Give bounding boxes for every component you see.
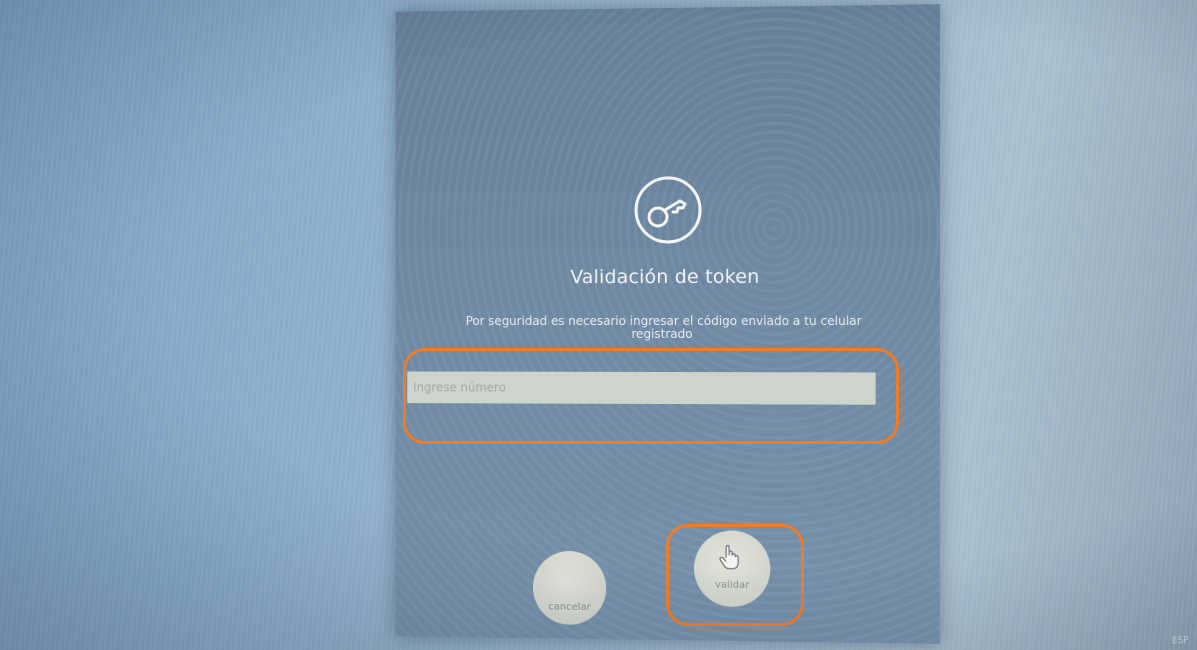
taskbar-language-indicator: ESP — [1171, 635, 1190, 647]
token-validation-dialog: Validación de token Por seguridad es nec… — [395, 4, 940, 644]
cancel-button-label: cancelar — [548, 601, 591, 614]
token-number-input[interactable] — [407, 371, 876, 405]
cancel-button[interactable]: cancelar — [532, 550, 607, 626]
hand-pointer-icon — [718, 545, 740, 571]
validate-button-label: validar — [714, 579, 750, 591]
key-icon — [628, 170, 708, 250]
screen: Validación de token Por seguridad es nec… — [0, 0, 1197, 650]
dialog-description: Por seguridad es necesario ingresar el c… — [465, 313, 862, 342]
dialog-title: Validación de token — [570, 265, 760, 289]
validate-button[interactable]: validar — [693, 530, 771, 608]
